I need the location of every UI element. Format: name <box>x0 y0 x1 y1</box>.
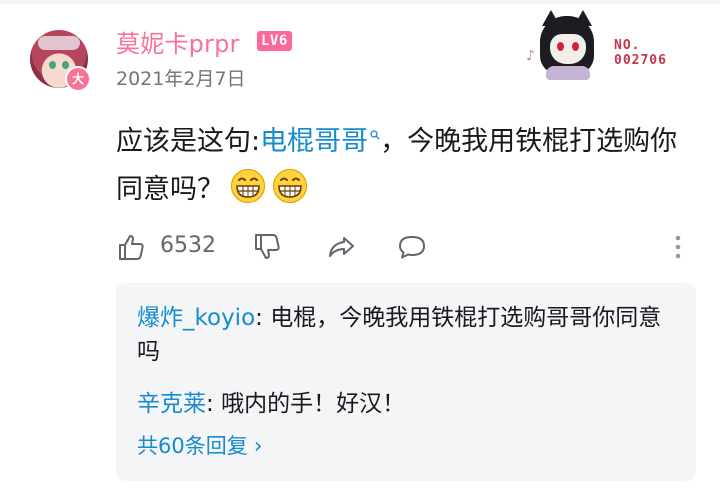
reply-text: 哦内的手！好汉！ <box>221 391 406 417</box>
thumbs-down-icon[interactable] <box>252 231 284 263</box>
search-icon <box>370 130 380 140</box>
thumbs-up-icon[interactable] <box>116 231 148 263</box>
more-vertical-icon[interactable] <box>668 232 688 262</box>
view-all-replies-link[interactable]: 共60条回复 › <box>137 429 263 464</box>
comment-actions: 6532 <box>116 228 706 266</box>
like-count: 6532 <box>160 233 216 258</box>
grinning-face-emoji <box>230 168 266 204</box>
share-icon[interactable] <box>326 231 358 263</box>
reply-item[interactable]: 爆炸_koyio: 电棍，今晚我用铁棍打选购哥哥你同意吗 <box>137 301 677 369</box>
top-divider <box>0 0 720 4</box>
username[interactable]: 莫妮卡prpr <box>116 24 240 59</box>
search-link[interactable]: 电棍哥哥 <box>260 126 380 157</box>
chevron-right-icon: › <box>253 434 263 459</box>
reply-preview-box[interactable]: 爆炸_koyio: 电棍，今晚我用铁棍打选购哥哥你同意吗 辛克莱: 哦内的手！好… <box>116 283 696 481</box>
music-note-icon: ♪ <box>526 48 535 64</box>
vip-badge: 大 <box>65 66 91 92</box>
level-badge: LV6 <box>257 31 292 51</box>
decoration-number: NO. 002706 <box>614 38 667 68</box>
reply-item[interactable]: 辛克莱: 哦内的手！好汉！ <box>137 387 677 421</box>
comment-text: 应该是这句:电棍哥哥 ，今晚我用铁棍打选购你同意吗？ <box>116 126 678 205</box>
reply-username[interactable]: 爆炸_koyio <box>137 305 255 331</box>
decoration-card-image[interactable]: ♪ <box>526 10 600 80</box>
comment-date: 2021年2月7日 <box>116 68 246 90</box>
reply-username[interactable]: 辛克莱 <box>137 391 206 417</box>
grinning-face-emoji <box>272 168 308 204</box>
comment-icon[interactable] <box>396 231 428 263</box>
